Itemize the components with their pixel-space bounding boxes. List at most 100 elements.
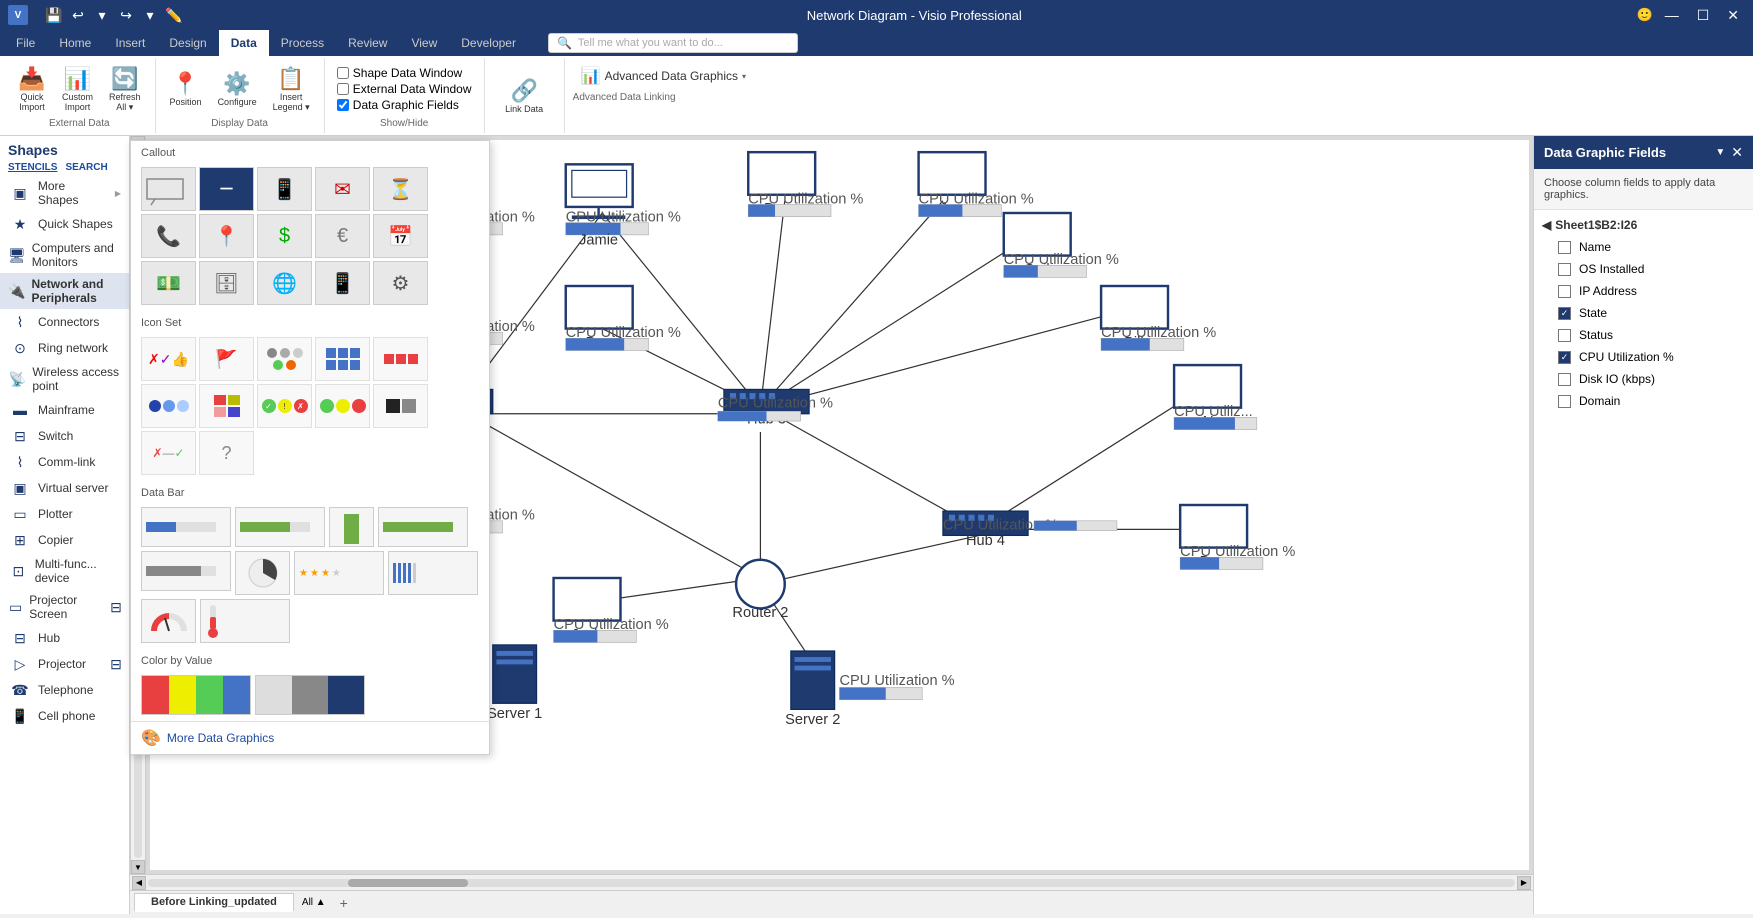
databar-thermo-item[interactable] <box>200 599 290 643</box>
callout-item-9[interactable]: € <box>315 214 370 258</box>
external-data-window-input[interactable] <box>337 83 349 95</box>
tab-developer[interactable]: Developer <box>449 30 528 56</box>
callout-item-2[interactable]: ━━ <box>199 167 254 211</box>
custom-import-button[interactable]: 📊 CustomImport <box>56 63 99 115</box>
callout-item-8[interactable]: $ <box>257 214 312 258</box>
bridge-item[interactable]: ⊟ Bridge <box>96 589 129 625</box>
databar-star-item[interactable]: ★ ★ ★ ★ <box>294 551 384 595</box>
restore-button[interactable]: ☐ <box>1691 5 1716 26</box>
tab-before-linking[interactable]: Before Linking_updated <box>134 893 294 912</box>
icon-set-item-11[interactable]: ✗ — ✓ <box>141 431 196 475</box>
hub3-node[interactable]: Hub 3 CPU Utilization % <box>718 389 833 427</box>
callout-item-4[interactable]: ✉ <box>315 167 370 211</box>
ai-node[interactable]: AI CPU Utiliz... <box>1174 365 1257 430</box>
icon-set-item-7[interactable] <box>199 384 254 428</box>
rp-field-state[interactable]: State <box>1542 302 1745 324</box>
projector-item[interactable]: ▷ Projector <box>0 651 94 677</box>
minimize-button[interactable]: — <box>1659 5 1685 25</box>
ring-network-item[interactable]: ⊙ Ring network <box>0 335 129 361</box>
rp-checkbox-ip[interactable] <box>1558 285 1571 298</box>
projector-screen-item[interactable]: ▭ Projector Screen <box>0 589 94 625</box>
tab-process[interactable]: Process <box>269 30 336 56</box>
h-scrollbar-thumb[interactable] <box>348 879 468 887</box>
databar-item-2[interactable] <box>235 507 325 547</box>
telephone-item[interactable]: ☎ Telephone <box>0 677 129 703</box>
callout-item-7[interactable]: 📍 <box>199 214 254 258</box>
shape-data-window-checkbox[interactable]: Shape Data Window <box>337 66 472 80</box>
rp-field-name[interactable]: Name <box>1542 236 1745 258</box>
callout-item-6[interactable]: 📞 <box>141 214 196 258</box>
databar-item-4[interactable] <box>378 507 468 547</box>
plotter-item[interactable]: ▭ Plotter <box>0 501 129 527</box>
connectors-item[interactable]: ⌇ Connectors <box>0 309 129 335</box>
rp-checkbox-domain[interactable] <box>1558 395 1571 408</box>
databar-item-5[interactable] <box>141 551 231 591</box>
rp-field-disk[interactable]: Disk IO (kbps) <box>1542 368 1745 390</box>
callout-item-10[interactable]: 📅 <box>373 214 428 258</box>
callout-item-13[interactable]: 🌐 <box>257 261 312 305</box>
rp-checkbox-name[interactable] <box>1558 241 1571 254</box>
advanced-data-graphics-button[interactable]: 📊 Advanced Data Graphics ▾ <box>573 62 754 90</box>
rp-field-cpu[interactable]: CPU Utilization % <box>1542 346 1745 368</box>
external-data-window-checkbox[interactable]: External Data Window <box>337 82 472 96</box>
gail-node[interactable]: Gail CPU Utilization % <box>1004 213 1119 278</box>
rp-checkbox-disk[interactable] <box>1558 373 1571 386</box>
tab-review[interactable]: Review <box>336 30 399 56</box>
shape-data-window-input[interactable] <box>337 67 349 79</box>
callout-item-14[interactable]: 📱 <box>315 261 370 305</box>
rp-checkbox-os[interactable] <box>1558 263 1571 276</box>
cell-phone-item[interactable]: 📱 Cell phone <box>0 703 129 729</box>
add-tab-button[interactable]: + <box>334 893 354 913</box>
data-graphic-fields-checkbox[interactable]: Data Graphic Fields <box>337 98 472 112</box>
configure-button[interactable]: ⚙️ Configure <box>212 68 263 110</box>
callout-item-12[interactable]: 🗄 <box>199 261 254 305</box>
rp-checkbox-status[interactable] <box>1558 329 1571 342</box>
dan-node[interactable]: Dan CPU Utilization % <box>1180 505 1295 570</box>
customize-button[interactable]: ✏️ <box>164 5 184 25</box>
color-value-item-1[interactable] <box>141 675 251 715</box>
tab-insert[interactable]: Insert <box>103 30 157 56</box>
switch-item[interactable]: ⊟ Switch <box>0 423 129 449</box>
wireless-ap-item[interactable]: 📡 Wireless access point <box>0 361 129 397</box>
tab-file[interactable]: File <box>4 30 47 56</box>
tab-data[interactable]: Data <box>219 30 269 56</box>
callout-item-5[interactable]: ⏳ <box>373 167 428 211</box>
quick-shapes-item[interactable]: ★ Quick Shapes <box>0 211 129 237</box>
tab-design[interactable]: Design <box>157 30 218 56</box>
rp-section-header[interactable]: ◀ Sheet1$B2:I26 <box>1542 214 1745 236</box>
databar-ticks-item[interactable] <box>388 551 478 595</box>
rp-checkbox-cpu[interactable] <box>1558 351 1571 364</box>
more-shapes-item[interactable]: ▣ More Shapes <box>0 175 129 211</box>
icon-set-item-1[interactable]: ✗ ✓ 👍 <box>141 337 196 381</box>
virtual-server-item[interactable]: ▣ Virtual server <box>0 475 129 501</box>
bill-node[interactable]: Bill CPU Utilization % <box>1101 286 1216 351</box>
rp-field-domain[interactable]: Domain <box>1542 390 1745 412</box>
icon-set-item-2[interactable]: 🚩 <box>199 337 254 381</box>
ben-node[interactable]: Ben CPU Utilization % <box>566 286 681 351</box>
search-button[interactable]: SEARCH <box>65 162 107 173</box>
more-data-graphics-button[interactable]: 🎨 More Data Graphics <box>131 721 489 754</box>
multi-func-item[interactable]: ⊡ Multi-func... device <box>0 553 129 589</box>
hub-item[interactable]: ⊟ Hub <box>0 625 129 651</box>
server1-node[interactable]: Server 1 <box>487 645 542 722</box>
icon-set-item-12[interactable]: ? <box>199 431 254 475</box>
link-data-button[interactable]: 🔗 Link Data <box>499 75 549 117</box>
comm-link-item[interactable]: ⌇ Comm-link <box>0 449 129 475</box>
scroll-right-button[interactable]: ▶ <box>1517 876 1531 890</box>
jack-node[interactable]: Jack CPU Utilization % <box>554 578 669 643</box>
position-button[interactable]: 📍 Position <box>164 68 208 110</box>
databar-item-1[interactable] <box>141 507 231 547</box>
joe-node[interactable]: Joe CPU Utilization % <box>919 152 1034 217</box>
databar-pie-item[interactable] <box>235 551 290 595</box>
jamie-node[interactable]: Jamie CPU Utilization % <box>566 164 681 248</box>
search-bar[interactable]: 🔍 Tell me what you want to do... <box>548 33 798 53</box>
tab-home[interactable]: Home <box>47 30 103 56</box>
rp-pin-button[interactable]: ▼ <box>1715 147 1725 158</box>
icon-set-item-6[interactable] <box>141 384 196 428</box>
dave-node[interactable]: Dave CPU Utilization % <box>748 152 863 217</box>
scroll-down-button[interactable]: ▼ <box>131 860 145 874</box>
databar-gauge-item[interactable] <box>141 599 196 643</box>
data-graphic-fields-input[interactable] <box>337 99 349 111</box>
undo-dropdown[interactable]: ▾ <box>92 5 112 25</box>
router2-node[interactable]: Router 2 <box>732 560 788 621</box>
